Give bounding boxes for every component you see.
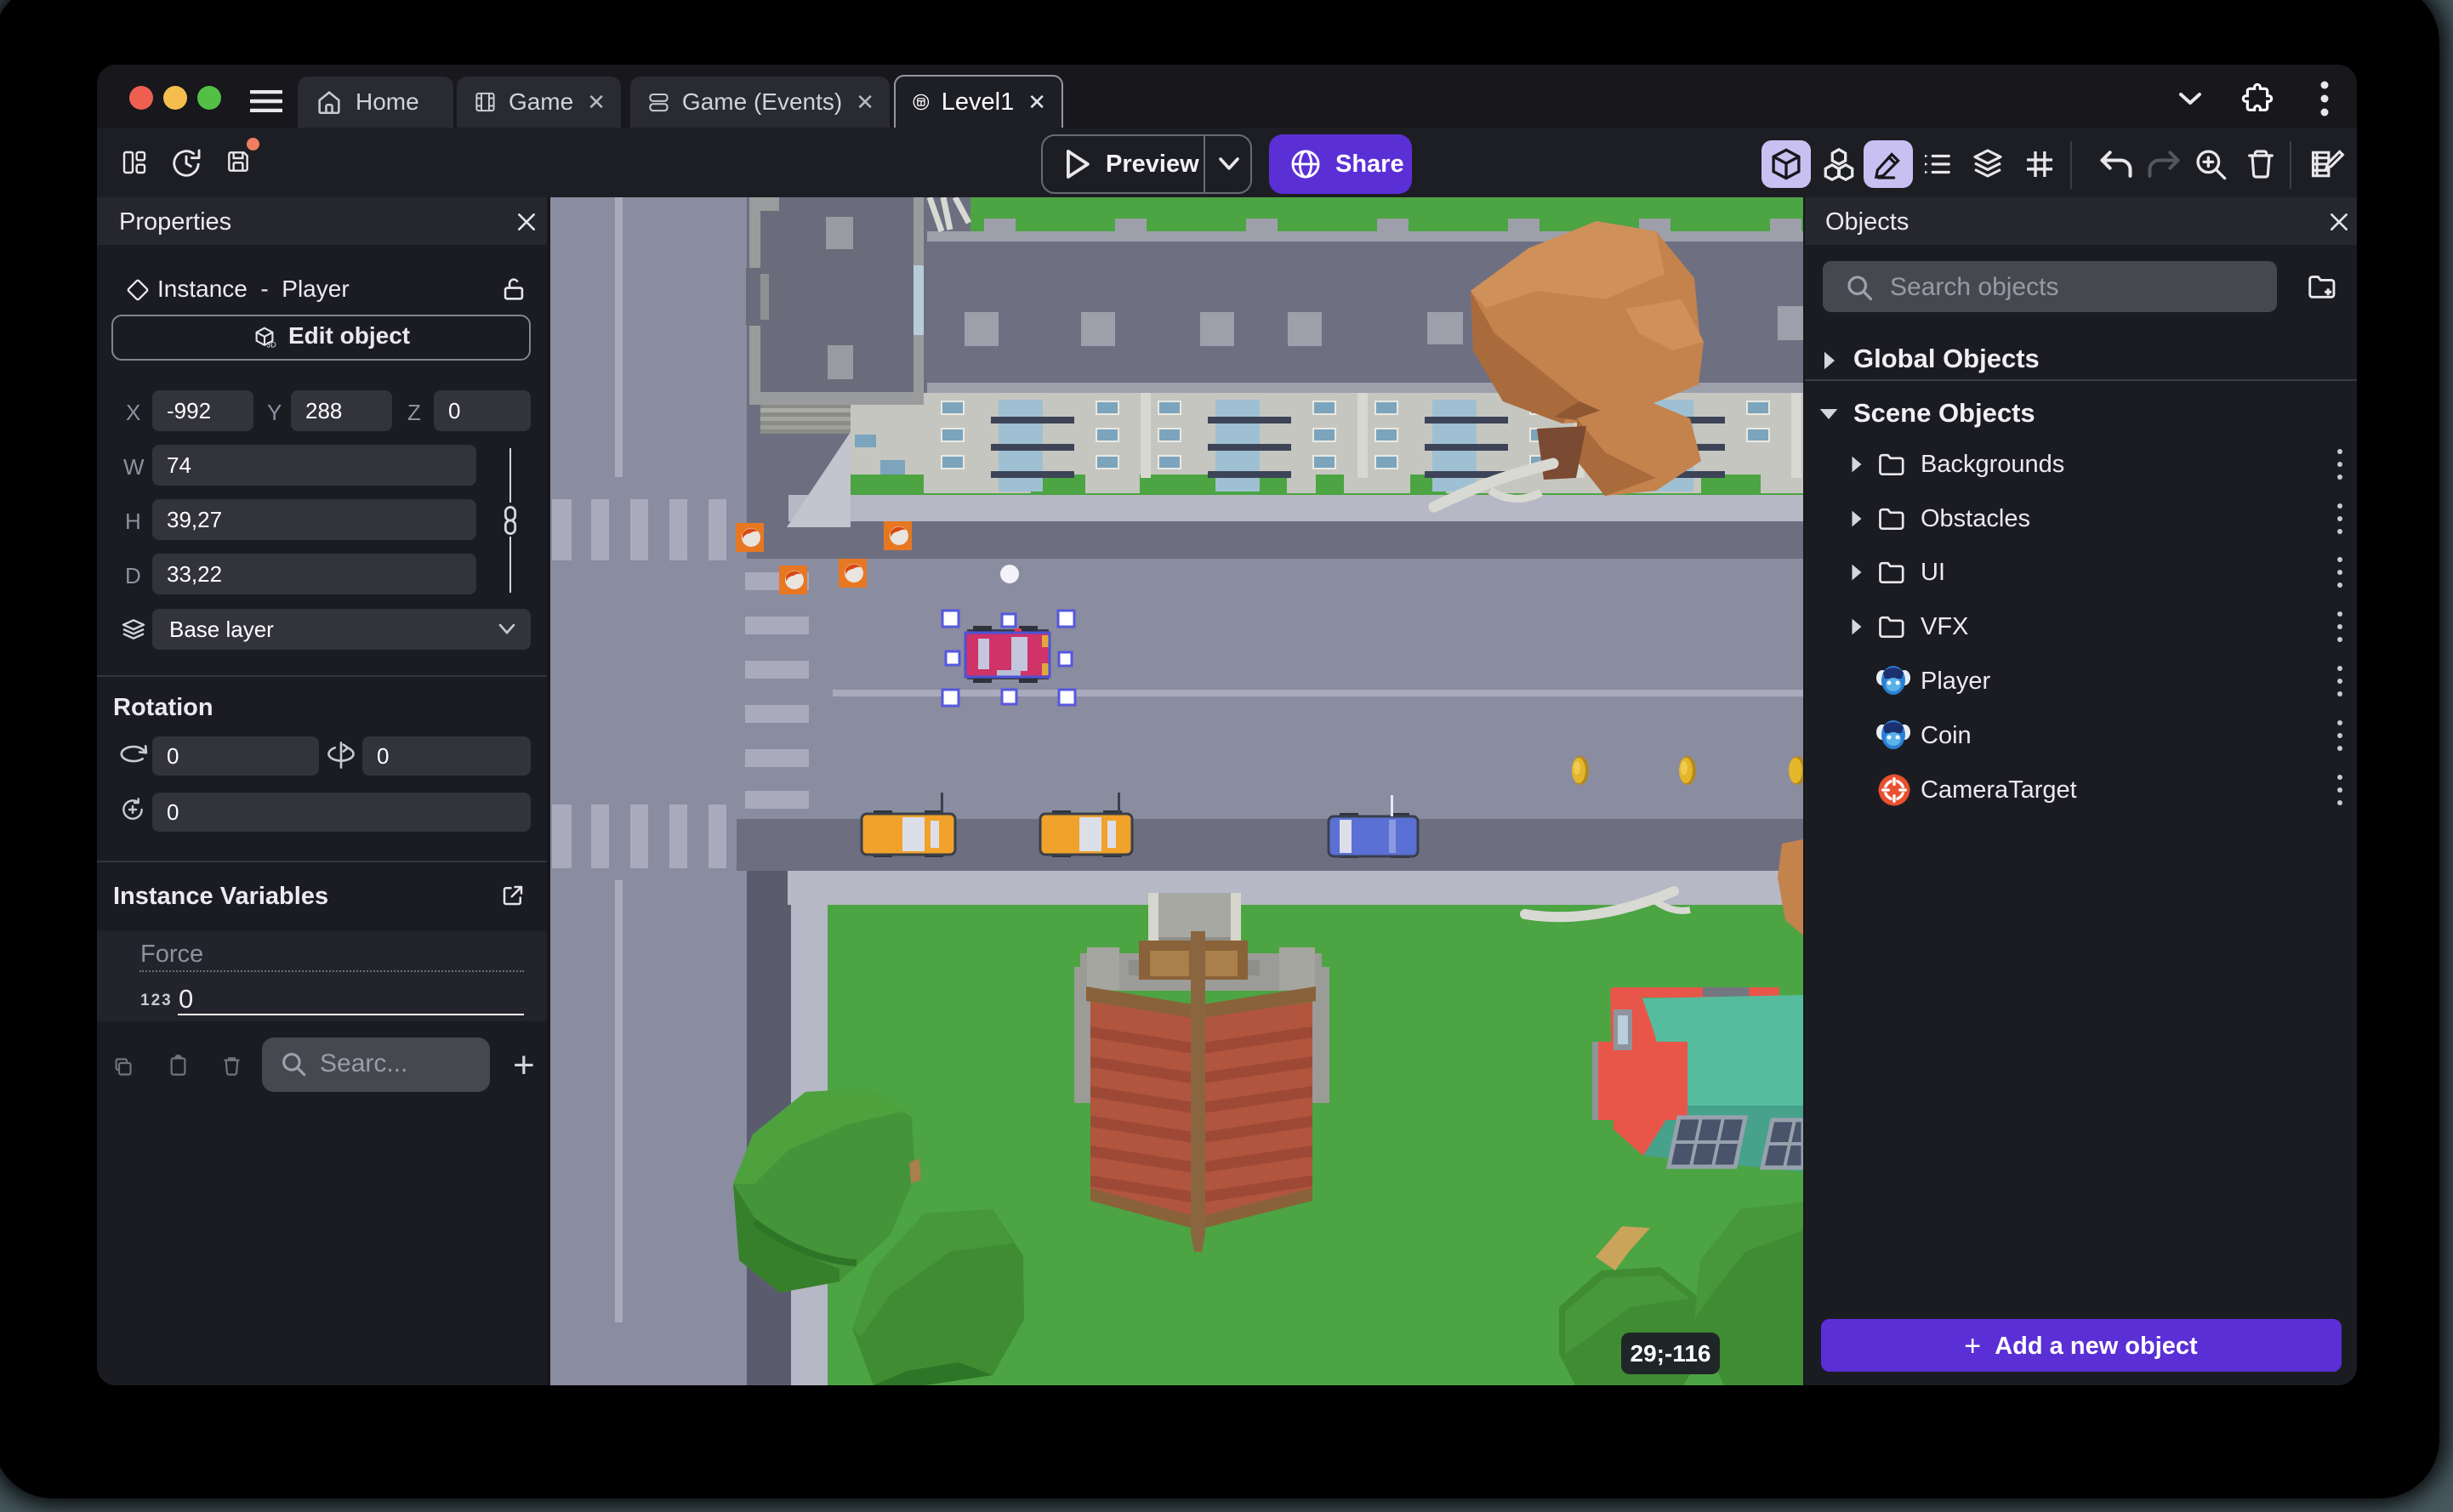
svg-text:3D: 3D xyxy=(267,340,276,349)
svg-text:29;-116: 29;-116 xyxy=(1631,1340,1711,1367)
